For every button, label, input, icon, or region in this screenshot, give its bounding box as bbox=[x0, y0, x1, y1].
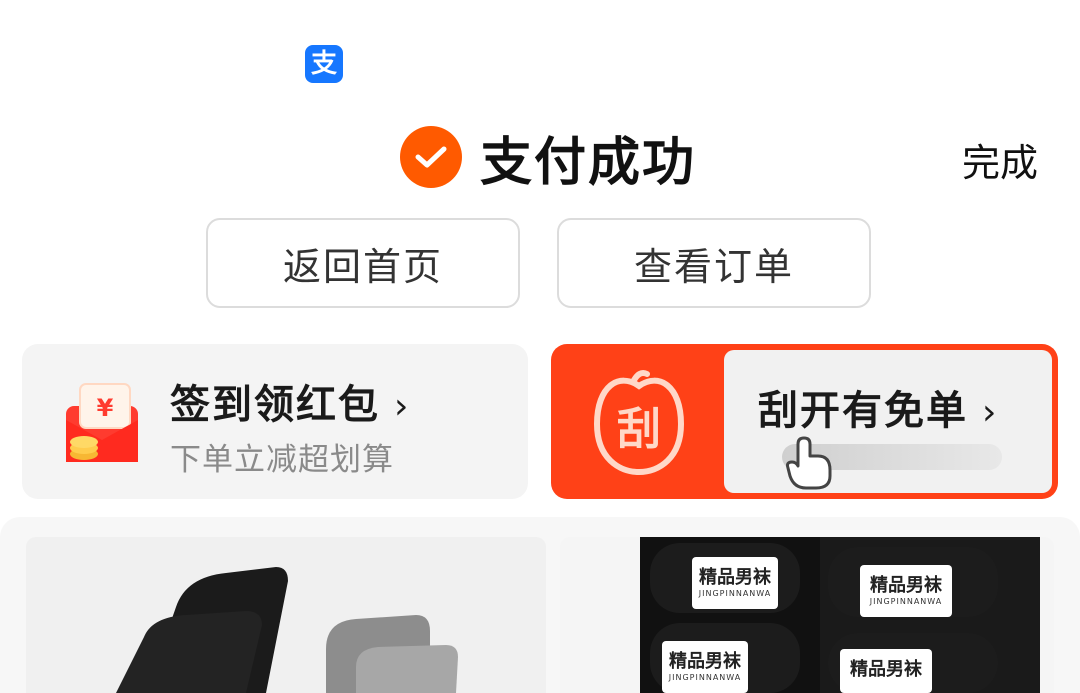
product-label-subtext: JINGPINNANWA bbox=[869, 597, 943, 606]
product-label-text: 精品男袜 bbox=[669, 651, 741, 672]
signin-title-text: 签到领红包 bbox=[170, 382, 380, 428]
chevron-right-icon: › bbox=[394, 386, 411, 427]
product-label-text: 精品男袜 bbox=[870, 575, 942, 596]
product-label: 精品男袜 JINGPINNANWA bbox=[692, 557, 778, 609]
pointing-hand-icon bbox=[784, 436, 836, 492]
scratch-title: 刮开有免单 › bbox=[758, 378, 998, 436]
red-envelope-icon: ¥ bbox=[58, 376, 146, 468]
success-check-icon bbox=[400, 126, 462, 188]
product-image-socks-black-grey[interactable] bbox=[26, 537, 546, 693]
chevron-right-icon: › bbox=[982, 392, 999, 433]
view-order-button[interactable]: 查看订单 bbox=[557, 218, 871, 308]
scratch-badge-icon: 刮 bbox=[589, 368, 689, 476]
scratch-title-text: 刮开有免单 bbox=[758, 388, 968, 434]
product-image-socks-box[interactable]: 精品男袜 JINGPINNANWA 精品男袜 JINGPINNANWA 精品男袜… bbox=[560, 537, 1054, 693]
back-to-home-button[interactable]: 返回首页 bbox=[206, 218, 520, 308]
svg-text:¥: ¥ bbox=[97, 394, 114, 422]
product-label: 精品男袜 bbox=[840, 649, 932, 693]
scratch-area[interactable]: 刮开有免单 › bbox=[724, 350, 1052, 493]
alipay-logo-icon: 支 bbox=[305, 45, 343, 83]
product-label-subtext: JINGPINNANWA bbox=[668, 673, 742, 682]
page-title: 支付成功 bbox=[480, 132, 697, 193]
done-button[interactable]: 完成 bbox=[962, 132, 1038, 187]
scratch-badge-text: 刮 bbox=[617, 404, 661, 455]
product-label-subtext: JINGPINNANWA bbox=[698, 589, 772, 598]
scratch-card-promo[interactable]: 刮 刮开有免单 › bbox=[551, 344, 1058, 499]
signin-title: 签到领红包 › bbox=[170, 372, 410, 430]
signin-subtitle: 下单立减超划算 bbox=[170, 442, 394, 478]
product-label: 精品男袜 JINGPINNANWA bbox=[860, 565, 952, 617]
product-label-text: 精品男袜 bbox=[850, 659, 922, 680]
product-label-text: 精品男袜 bbox=[699, 567, 771, 588]
payment-success-header: 支付成功 bbox=[400, 122, 697, 193]
signin-red-packet-card[interactable]: ¥ 签到领红包 › 下单立减超划算 bbox=[22, 344, 528, 499]
product-label: 精品男袜 JINGPINNANWA bbox=[662, 641, 748, 693]
recommended-products: 精品男袜 JINGPINNANWA 精品男袜 JINGPINNANWA 精品男袜… bbox=[0, 517, 1080, 693]
